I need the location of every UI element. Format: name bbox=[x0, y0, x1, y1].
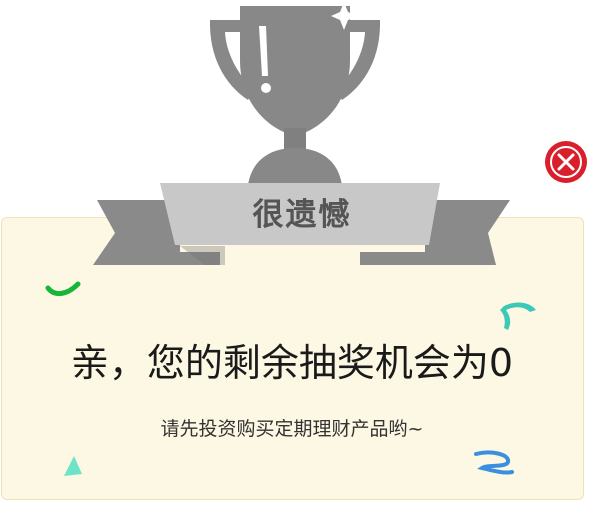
trophy-base bbox=[248, 148, 342, 185]
lottery-message: 亲，您的剩余抽奖机会为0 bbox=[70, 341, 514, 385]
confetti-icon bbox=[474, 450, 514, 475]
investment-hint: 请先投资购买定期理财产品哟~ bbox=[160, 418, 424, 440]
close-icon bbox=[550, 146, 582, 178]
confetti-icon bbox=[64, 456, 82, 476]
trophy-cup bbox=[240, 6, 350, 133]
close-button[interactable] bbox=[545, 141, 587, 183]
confetti-icon bbox=[45, 281, 81, 296]
confetti-icon bbox=[500, 302, 536, 330]
ribbon-title: 很遗憾 bbox=[252, 197, 352, 233]
lottery-result-dialog: 很遗憾 亲，您的剩余抽奖机会为0 请先投资购买定期理财产品哟~ bbox=[0, 0, 590, 510]
trophy-stem bbox=[284, 128, 306, 150]
